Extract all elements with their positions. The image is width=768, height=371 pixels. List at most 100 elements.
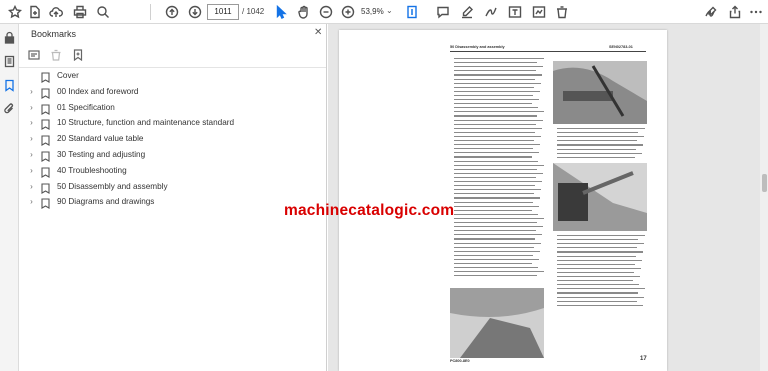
star-icon[interactable]: [6, 3, 24, 21]
text-line: [557, 292, 638, 294]
text-line: [557, 247, 637, 249]
attachment-icon[interactable]: [3, 102, 16, 115]
text-line: [454, 254, 533, 256]
upload-cloud-icon[interactable]: [47, 3, 65, 21]
draw-icon[interactable]: [482, 3, 500, 21]
text-line: [454, 189, 541, 191]
bookmark-label: 40 Troubleshooting: [57, 165, 127, 175]
delete-bookmark-icon[interactable]: [49, 48, 63, 62]
text-line: [454, 172, 543, 174]
text-line: [557, 152, 642, 154]
bookmark-icon: [41, 149, 50, 162]
text-line: [454, 258, 539, 261]
text-line: [557, 132, 638, 134]
bookmark-item[interactable]: Cover: [19, 68, 319, 83]
text-line: [454, 131, 535, 133]
erase-icon[interactable]: [553, 3, 571, 21]
bookmark-item[interactable]: › 90 Diagrams and drawings: [19, 194, 319, 210]
options-menu-icon[interactable]: [27, 48, 41, 62]
text-line: [454, 197, 540, 199]
chevron-right-icon[interactable]: ›: [27, 150, 36, 159]
chevron-right-icon[interactable]: ›: [27, 182, 36, 191]
text-line: [454, 230, 536, 232]
bookmark-item[interactable]: › 10 Structure, function and maintenance …: [19, 115, 319, 131]
text-line: [454, 148, 533, 150]
page-header-section: 50 Disassembly and assembly: [450, 45, 505, 49]
previous-page-icon[interactable]: [163, 3, 181, 21]
chevron-right-icon[interactable]: ›: [27, 166, 36, 175]
page-number: 17: [640, 356, 647, 362]
text-line: [557, 235, 645, 237]
text-line: [454, 86, 534, 88]
zoom-in-icon[interactable]: [339, 3, 357, 21]
page-footer-model: PC800-8E0: [450, 359, 470, 363]
vertical-scrollbar[interactable]: [760, 24, 768, 371]
page-total: / 1042: [242, 7, 265, 16]
next-page-icon[interactable]: [186, 3, 204, 21]
text-line: [454, 275, 537, 277]
text-line: [454, 217, 544, 220]
chevron-right-icon[interactable]: ›: [27, 134, 36, 143]
bookmark-item[interactable]: › 20 Standard value table: [19, 131, 319, 147]
zoom-level[interactable]: 53,9%: [361, 7, 384, 16]
bookmark-item[interactable]: › 50 Disassembly and assembly: [19, 179, 319, 194]
bookmark-icon: [41, 133, 50, 147]
pdf-page: 50 Disassembly and assembly SEN02783-01 …: [339, 30, 667, 371]
zoom-out-icon[interactable]: [317, 3, 335, 21]
chevron-right-icon[interactable]: ›: [27, 197, 36, 206]
bookmark-item[interactable]: › 30 Testing and adjusting: [19, 147, 319, 162]
lock-icon[interactable]: [3, 31, 16, 44]
scrollbar-thumb[interactable]: [762, 174, 767, 192]
share-icon[interactable]: [726, 3, 744, 21]
text-line: [454, 144, 540, 146]
hand-tool-icon[interactable]: [295, 3, 313, 21]
bookmark-item[interactable]: › 40 Troubleshooting: [19, 163, 319, 178]
toolbar-divider: [150, 4, 151, 20]
text-line: [557, 296, 644, 298]
text-line: [454, 107, 538, 109]
page-number-input[interactable]: 1011: [207, 4, 239, 20]
text-line: [557, 267, 641, 269]
bookmark-icon[interactable]: [3, 79, 16, 92]
text-line: [454, 115, 537, 117]
text-line: [454, 213, 538, 215]
text-line: [557, 255, 636, 257]
document-viewer[interactable]: 50 Disassembly and assembly SEN02783-01 …: [328, 24, 768, 371]
select-cursor-icon[interactable]: [272, 3, 290, 21]
watermark-text: machinecatalogic.com: [284, 202, 455, 219]
text-line: [557, 288, 645, 290]
text-line: [454, 193, 534, 195]
text-box-icon[interactable]: [506, 3, 524, 21]
close-icon[interactable]: ✕: [314, 27, 322, 38]
figure-photo-3: [450, 288, 544, 358]
chevron-right-icon[interactable]: ›: [27, 118, 36, 127]
text-line: [454, 246, 534, 248]
print-icon[interactable]: [71, 3, 89, 21]
highlight-pen-icon[interactable]: [458, 3, 476, 21]
search-icon[interactable]: [94, 3, 112, 21]
stamp-icon[interactable]: [530, 3, 548, 21]
text-line: [454, 209, 532, 211]
text-line: [454, 94, 533, 97]
bookmark-item[interactable]: › 00 Index and foreword: [19, 84, 319, 99]
more-options-icon[interactable]: [747, 3, 765, 21]
text-line: [454, 242, 541, 244]
bookmark-label: 20 Standard value table: [57, 134, 144, 144]
text-line: [454, 119, 543, 121]
page-thumbnails-icon[interactable]: [3, 55, 16, 68]
sign-icon[interactable]: [702, 3, 720, 21]
add-bookmark-icon[interactable]: [71, 48, 85, 62]
bookmark-item[interactable]: › 01 Specification: [19, 100, 319, 115]
fit-page-icon[interactable]: [404, 3, 422, 21]
chevron-right-icon[interactable]: ›: [27, 87, 36, 96]
zoom-dropdown-caret-icon[interactable]: ⌄: [386, 6, 393, 15]
bookmark-icon: [41, 70, 50, 83]
text-line: [454, 127, 542, 129]
bookmark-icon: [41, 181, 50, 194]
bookmark-label: Cover: [57, 71, 79, 80]
text-line: [454, 78, 535, 80]
chevron-right-icon[interactable]: ›: [27, 103, 36, 112]
add-file-icon[interactable]: [26, 3, 44, 21]
text-line: [454, 201, 533, 203]
comment-icon[interactable]: [434, 3, 452, 21]
